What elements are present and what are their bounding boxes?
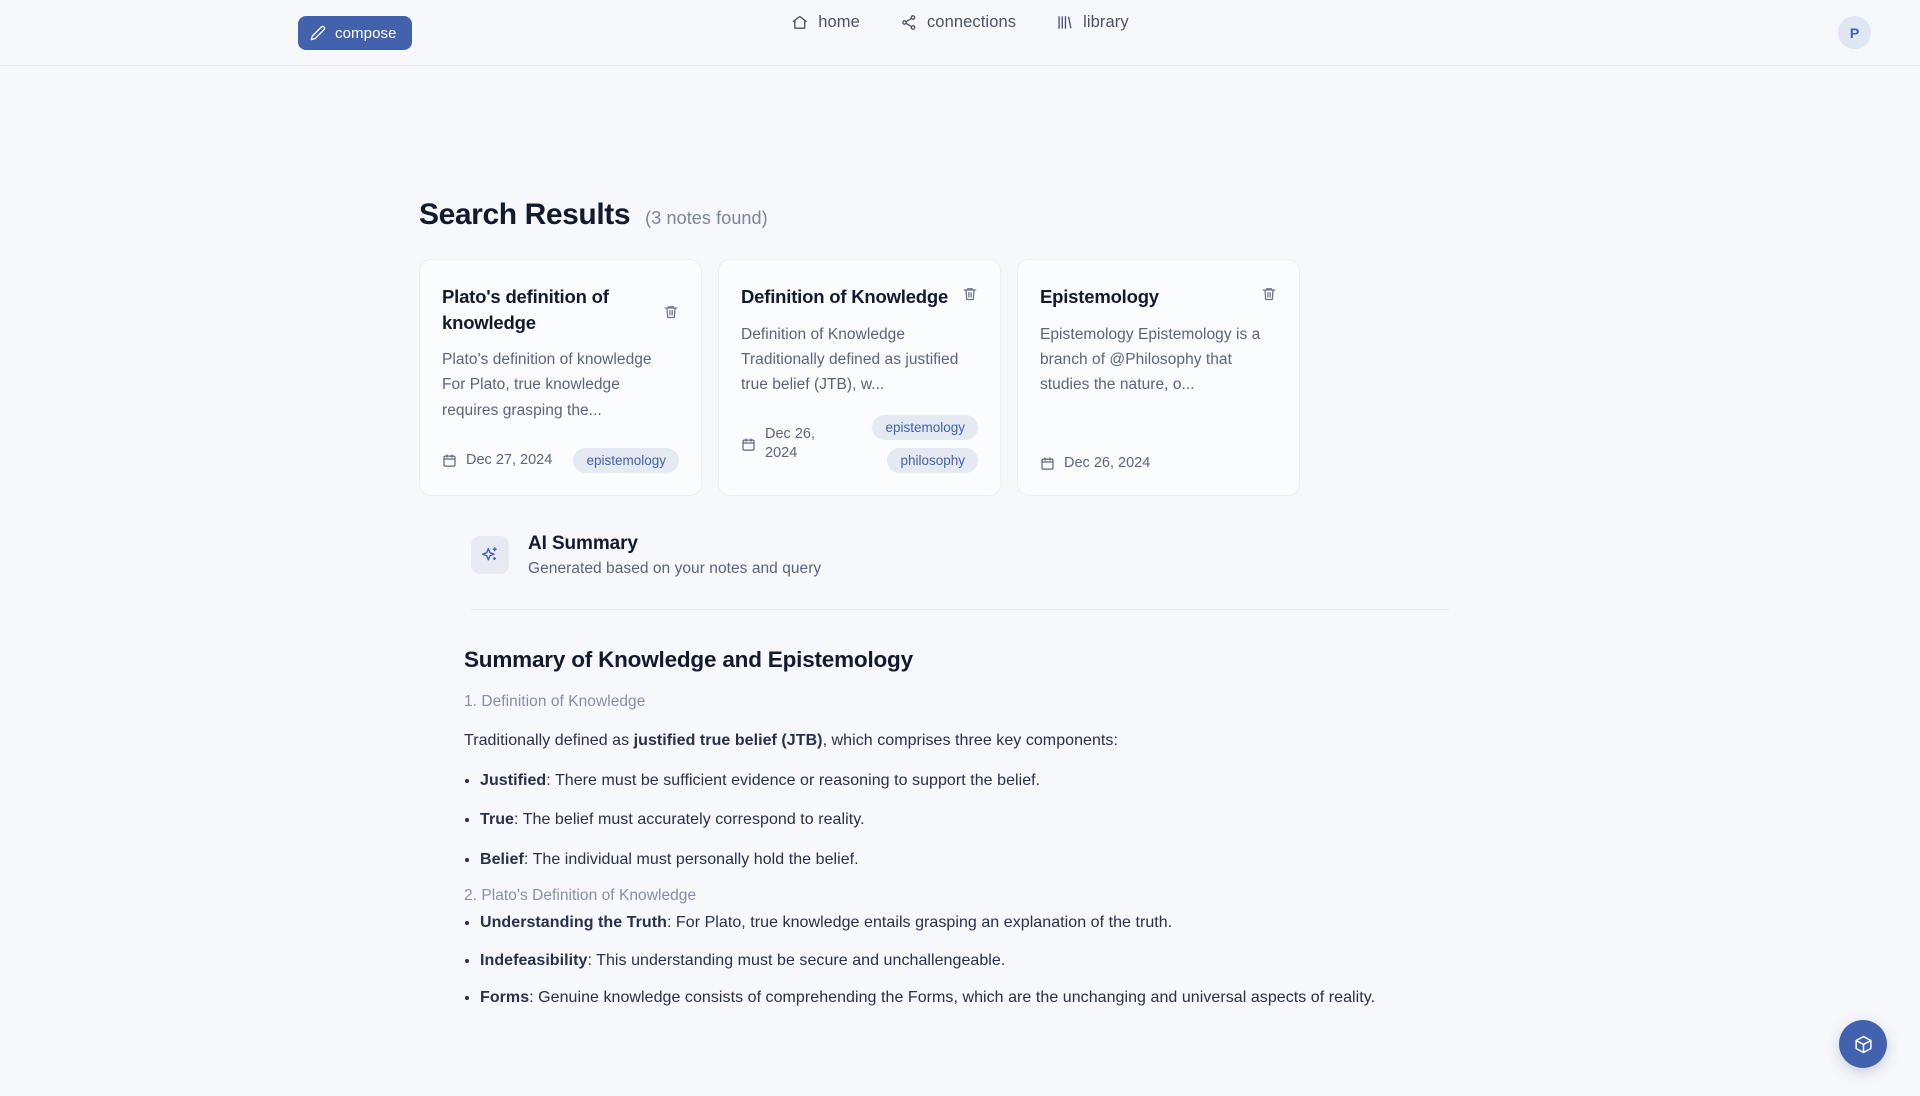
- connections-icon: [900, 14, 917, 31]
- summary-bullet-text: : The belief must accurately correspond …: [514, 811, 865, 829]
- note-card-list: Plato's definition of knowledge Plato's …: [419, 259, 1501, 497]
- compose-button-label: compose: [335, 24, 397, 42]
- trash-icon: [962, 286, 978, 302]
- summary-bullet-text: : Genuine knowledge consists of comprehe…: [529, 989, 1376, 1007]
- summary-bullet-text: : For Plato, true knowledge entails gras…: [666, 914, 1173, 932]
- summary-section-2-bullets: Understanding the Truth: For Plato, true…: [464, 911, 1456, 1010]
- summary-bullet-term: Understanding the Truth: [480, 914, 667, 932]
- summary-bullet-term: Belief: [480, 850, 524, 868]
- nav-item-connections[interactable]: connections: [900, 14, 1016, 31]
- summary-bullet: Understanding the Truth: For Plato, true…: [464, 911, 1456, 935]
- nav-item-library[interactable]: library: [1056, 14, 1129, 31]
- nav-item-connections-label: connections: [926, 13, 1017, 32]
- summary-section-2-heading: 2. Plato's Definition of Knowledge: [464, 887, 697, 905]
- cube-icon: [1853, 1034, 1874, 1055]
- summary-bullet: Indefeasibility: This understanding must…: [464, 949, 1456, 973]
- nav-item-home[interactable]: home: [791, 14, 860, 31]
- home-icon: [791, 14, 808, 31]
- note-card-header: Epistemology: [1040, 284, 1277, 310]
- summary-bullet: Belief: The individual must personally h…: [464, 848, 1456, 872]
- compose-button[interactable]: compose: [298, 16, 412, 50]
- note-card-footer: Dec 26, 2024: [1040, 436, 1277, 474]
- content-column: Search Results (3 notes found) Plato's d…: [419, 66, 1501, 1011]
- note-card-title: Definition of Knowledge: [741, 286, 949, 307]
- summary-bullet-term: Justified: [480, 771, 547, 789]
- note-card-date-label: Dec 27, 2024: [466, 451, 553, 468]
- trash-icon: [663, 304, 679, 320]
- library-icon: [1056, 14, 1073, 31]
- summary-bullet: True: The belief must accurately corresp…: [464, 808, 1456, 832]
- summary-section-1-heading: 1. Definition of Knowledge: [464, 692, 646, 710]
- divider: [471, 608, 1449, 610]
- pencil-icon: [310, 25, 326, 41]
- ai-summary-header: AI Summary Generated based on your notes…: [471, 532, 1449, 578]
- ai-summary-title: AI Summary: [528, 533, 638, 555]
- results-count: (3 notes found): [645, 208, 768, 228]
- summary-heading: Summary of Knowledge and Epistemology: [464, 646, 913, 672]
- summary-bullet: Justified: There must be sufficient evid…: [464, 769, 1456, 793]
- note-card-date: Dec 26, 2024: [741, 425, 827, 464]
- note-card-date-label: Dec 26, 2024: [1064, 454, 1151, 471]
- page-title: Search Results: [419, 198, 631, 231]
- summary-intro-pre: Traditionally defined as: [464, 731, 634, 749]
- top-navigation-bar: compose home connections library P: [0, 0, 1920, 66]
- nav-item-library-label: library: [1083, 13, 1129, 32]
- tag-chip[interactable]: epistemology: [573, 448, 679, 474]
- avatar[interactable]: P: [1838, 16, 1871, 49]
- note-card-header: Plato's definition of knowledge: [442, 284, 679, 335]
- delete-note-button[interactable]: [663, 304, 679, 320]
- note-card[interactable]: Epistemology Epistemology Epistemology i…: [1017, 259, 1300, 497]
- note-card-date-label: Dec 26, 2024: [765, 425, 815, 462]
- delete-note-button[interactable]: [1261, 286, 1277, 302]
- note-card-tags: epistemology philosophy: [872, 415, 978, 474]
- note-card-footer: Dec 26, 2024 epistemology philosophy: [741, 397, 978, 474]
- note-card-header: Definition of Knowledge: [741, 284, 978, 310]
- summary-bullet: Forms: Genuine knowledge consists of com…: [464, 986, 1456, 1010]
- summary-bullet-term: Indefeasibility: [480, 951, 588, 969]
- note-card-date: Dec 26, 2024: [1040, 454, 1150, 474]
- delete-note-button[interactable]: [962, 286, 978, 302]
- main-nav: home connections library: [791, 14, 1129, 31]
- summary-bullet-term: True: [480, 811, 514, 829]
- note-card-snippet: Epistemology Epistemology is a branch of…: [1040, 325, 1261, 394]
- note-card-title: Plato's definition of knowledge: [442, 286, 609, 333]
- note-card-date: Dec 27, 2024: [442, 451, 552, 471]
- note-card-footer: Dec 27, 2024 epistemology: [442, 430, 679, 474]
- summary-bullet-term: Forms: [480, 989, 530, 1007]
- note-card[interactable]: Plato's definition of knowledge Plato's …: [419, 259, 702, 497]
- ai-summary-subtitle: Generated based on your notes and query: [528, 559, 822, 577]
- calendar-icon: [741, 437, 756, 452]
- note-card[interactable]: Definition of Knowledge Definition of Kn…: [718, 259, 1001, 497]
- note-card-snippet: Definition of Knowledge Traditionally de…: [741, 325, 959, 394]
- summary-bullet-text: : This understanding must be secure and …: [587, 951, 1006, 969]
- note-card-tags: epistemology: [573, 448, 679, 474]
- calendar-icon: [442, 453, 457, 468]
- ai-summary-section: AI Summary Generated based on your notes…: [419, 532, 1501, 610]
- note-card-title: Epistemology: [1040, 286, 1159, 307]
- graph-view-button[interactable]: [1839, 1020, 1887, 1068]
- summary-section-1-bullets: Justified: There must be sufficient evid…: [464, 769, 1456, 872]
- summary-bullet-text: : There must be sufficient evidence or r…: [546, 771, 1041, 789]
- summary-section-1-intro: Traditionally defined as justified true …: [464, 729, 1456, 753]
- calendar-icon: [1040, 456, 1055, 471]
- nav-item-home-label: home: [818, 13, 860, 32]
- summary-bullet-text: : The individual must personally hold th…: [523, 850, 859, 868]
- page-body: Search Results (3 notes found) Plato's d…: [0, 66, 1920, 1096]
- summary-intro-bold: justified true belief (JTB): [633, 731, 823, 749]
- tag-chip[interactable]: epistemology: [872, 415, 978, 441]
- note-card-snippet: Plato's definition of knowledge For Plat…: [442, 351, 652, 419]
- tag-chip[interactable]: philosophy: [887, 448, 978, 474]
- trash-icon: [1261, 286, 1277, 302]
- ai-summary-body: Summary of Knowledge and Epistemology 1.…: [419, 647, 1501, 1011]
- summary-intro-post: , which comprises three key components:: [822, 731, 1118, 749]
- sparkle-icon: [471, 536, 509, 575]
- search-results-header: Search Results (3 notes found): [419, 198, 1501, 232]
